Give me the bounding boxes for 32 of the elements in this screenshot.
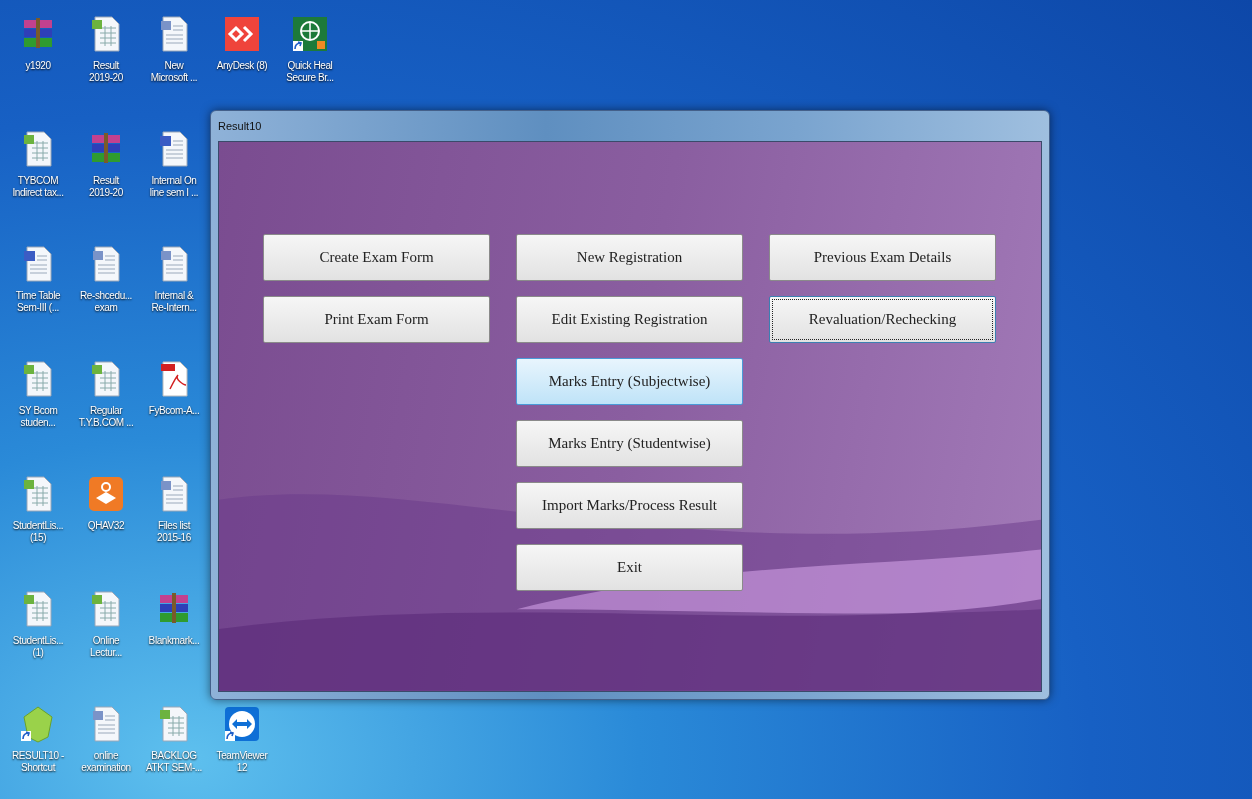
menu-button[interactable]: Marks Entry (Subjectwise) — [516, 358, 743, 405]
desktop-icon-label[interactable]: Internal On line sem I ... — [149, 175, 199, 199]
menu-button[interactable]: Edit Existing Registration — [516, 296, 743, 343]
desktop-icon-label[interactable]: Regular T.Y.B.COM ... — [78, 405, 134, 429]
desktop-icon-label[interactable]: Internal & Re-Intern... — [151, 290, 197, 314]
desktop-icon-label[interactable]: Quick Heal Secure Br... — [286, 60, 334, 84]
desktop-icon-label[interactable]: Re-shcedu... exam — [80, 290, 132, 314]
globe-icon[interactable] — [290, 14, 330, 54]
desktop-icon-label[interactable]: Result 2019-20 — [89, 175, 123, 199]
menu-button[interactable]: Create Exam Form — [263, 234, 490, 281]
desktop-icon-label[interactable]: New Microsoft ... — [150, 60, 198, 84]
desktop-icon-label[interactable]: Files list 2015-16 — [157, 520, 191, 544]
menu-button[interactable]: Revaluation/Rechecking — [769, 296, 996, 343]
desktop-icon-label[interactable]: Time Table Sem-III (... — [15, 290, 61, 314]
window-title: Result10 — [218, 120, 262, 132]
menu-button[interactable]: New Registration — [516, 234, 743, 281]
menu-button[interactable]: Previous Exam Details — [769, 234, 996, 281]
desktop-icon-label[interactable]: TYBCOM Indirect tax... — [12, 175, 64, 199]
menu-button[interactable]: Exit — [516, 544, 743, 591]
desktop-icon-label[interactable]: FyBcom-A... — [148, 405, 200, 417]
menu-button[interactable]: Print Exam Form — [263, 296, 490, 343]
desktop-icon-label[interactable]: y1920 — [25, 60, 51, 72]
desktop-icon-label[interactable]: StudentLis... (15) — [12, 520, 64, 544]
desktop-icon-label[interactable]: AnyDesk (8) — [216, 60, 268, 72]
open-box-icon[interactable] — [86, 474, 126, 514]
desktop-icon-label[interactable]: Result 2019-20 — [89, 60, 123, 84]
diamond-chevron-icon[interactable] — [222, 14, 262, 54]
menu-button[interactable]: Import Marks/Process Result — [516, 482, 743, 529]
title-bar[interactable]: Result10 — [218, 111, 1042, 141]
desktop-icon-label[interactable]: SY Bcom studen... — [18, 405, 58, 429]
desktop-icon-label[interactable]: QHAV32 — [87, 520, 125, 532]
menu-button[interactable]: Marks Entry (Studentwise) — [516, 420, 743, 467]
